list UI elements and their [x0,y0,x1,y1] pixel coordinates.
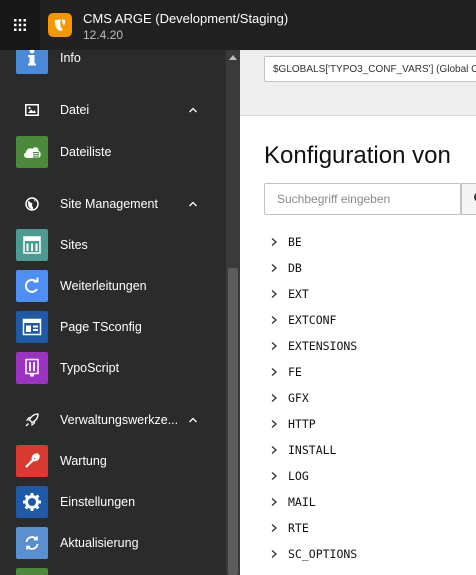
tree-node-label: INSTALL [288,443,337,457]
module-label: Dateiliste [60,145,112,159]
group-datei[interactable]: Datei [0,90,226,130]
topbar: CMS ARGE (Development/Staging) 12.4.20 [0,0,476,50]
configuration-select[interactable]: $GLOBALS['TYPO3_CONF_VARS'] (Global Conf… [264,56,476,82]
cloud-filelist-icon [16,136,48,168]
tree-node[interactable]: EXTCONF [240,307,476,333]
tree-node-label: DB [288,261,302,275]
typo3-logo-icon [54,19,66,31]
search-button[interactable] [461,183,476,215]
module-icon-partial[interactable] [16,568,48,575]
module-menu: Info Datei Dateiliste Site Management Si… [0,50,240,575]
group-label: Verwaltungswerkze... [60,413,179,427]
tree-node[interactable]: SC_OPTIONS [240,541,476,567]
app-menu-button[interactable] [0,0,40,50]
chevron-right-icon[interactable] [270,549,278,559]
chevron-up-icon[interactable] [188,199,198,209]
chevron-right-icon[interactable] [270,367,278,377]
tree-node-label: LOG [288,469,309,483]
chevron-right-icon[interactable] [270,263,278,273]
group-site-management[interactable]: Site Management [0,184,226,224]
tree-node[interactable]: FE [240,359,476,385]
typo3-logo[interactable] [48,13,72,37]
tree-node[interactable]: BE [240,229,476,255]
chevron-right-icon[interactable] [270,393,278,403]
tree-node-label: BE [288,235,302,249]
module-label: Weiterleitungen [60,279,147,293]
module-filelist[interactable]: Dateiliste [0,132,226,172]
content-area: $GLOBALS['TYPO3_CONF_VARS'] (Global Conf… [240,50,476,575]
gear-icon [16,486,48,518]
tree-node[interactable]: LOG [240,463,476,489]
module-page-tsconfig[interactable]: Page TSconfig [0,307,226,347]
module-label: Sites [60,238,88,252]
tree-node-label: FE [288,365,302,379]
module-redirects[interactable]: Weiterleitungen [0,266,226,306]
doc-header: $GLOBALS['TYPO3_CONF_VARS'] (Global Conf… [240,50,476,116]
tree-node-label: EXT [288,287,309,301]
tree-node-label: HTTP [288,417,316,431]
module-maintenance[interactable]: Wartung [0,441,226,481]
typoscript-icon [16,352,48,384]
chevron-right-icon[interactable] [270,497,278,507]
module-info[interactable]: Info [0,50,226,78]
module-label: Page TSconfig [60,320,142,334]
search-input[interactable] [264,183,461,215]
module-typoscript[interactable]: TypoScript [0,348,226,388]
chevron-up-icon[interactable] [188,105,198,115]
chevron-right-icon[interactable] [270,419,278,429]
rocket-icon [24,412,40,428]
scroll-up-arrow-icon[interactable] [229,55,237,60]
sites-icon [16,229,48,261]
tree-node-label: MAIL [288,495,316,509]
chevron-up-icon[interactable] [188,415,198,425]
grid-icon [14,19,26,31]
tree-node-label: RTE [288,521,309,535]
chevron-right-icon[interactable] [270,289,278,299]
tree-node-label: EXTENSIONS [288,339,358,353]
module-label: Info [60,51,81,65]
module-label: Einstellungen [60,495,136,509]
group-label: Site Management [60,197,158,211]
tree-node[interactable]: EXT [240,281,476,307]
tree-node[interactable]: EXTENSIONS [240,333,476,359]
chevron-right-icon[interactable] [270,341,278,351]
tree-node-label: EXTCONF [288,313,337,327]
chevron-right-icon[interactable] [270,471,278,481]
module-sites[interactable]: Sites [0,225,226,265]
site-version: 12.4.20 [83,28,124,42]
tree-node[interactable]: MAIL [240,489,476,515]
redirect-icon [16,270,48,302]
module-settings[interactable]: Einstellungen [0,482,226,522]
module-label: Wartung [60,454,107,468]
image-icon [24,102,40,118]
wrench-icon [16,445,48,477]
globe-icon [24,196,40,212]
tsconfig-icon [16,311,48,343]
module-label: Aktualisierung [60,536,139,550]
group-label: Datei [60,103,90,117]
chevron-right-icon[interactable] [270,523,278,533]
refresh-icon [16,527,48,559]
tree-node[interactable]: INSTALL [240,437,476,463]
sidebar-scroll-thumb[interactable] [228,268,238,575]
chevron-right-icon[interactable] [270,315,278,325]
page-title: Konfiguration von [264,142,451,169]
module-upgrade[interactable]: Aktualisierung [0,523,226,563]
group-admin-tools[interactable]: Verwaltungswerkze... [0,400,226,440]
chevron-right-icon[interactable] [270,445,278,455]
chevron-right-icon[interactable] [270,237,278,247]
info-icon [16,50,48,74]
module-label: TypoScript [60,361,120,375]
tree-node-label: GFX [288,391,309,405]
tree-node[interactable]: DB [240,255,476,281]
tree-node-label: SC_OPTIONS [288,547,358,561]
site-title: CMS ARGE (Development/Staging) [83,11,289,26]
tree-node[interactable]: HTTP [240,411,476,437]
tree-node[interactable]: RTE [240,515,476,541]
tree-node[interactable]: GFX [240,385,476,411]
